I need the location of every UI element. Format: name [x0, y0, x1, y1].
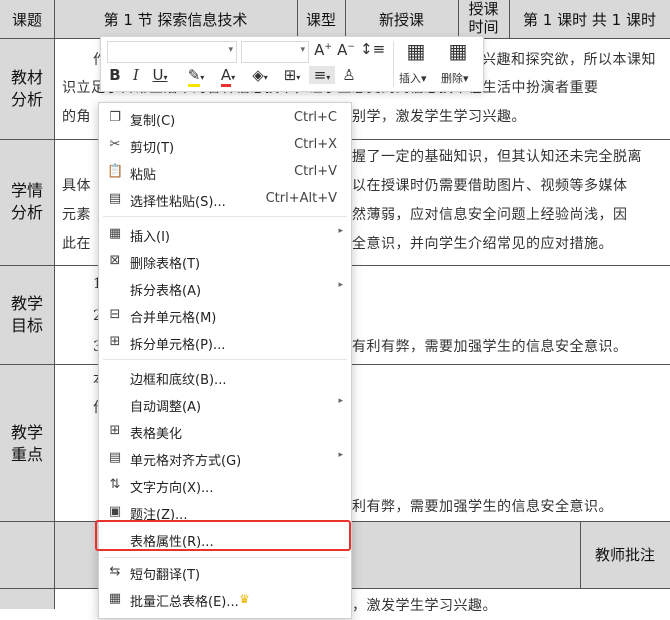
- bottom-text: ，激发学生学习兴趣。: [352, 598, 497, 614]
- keypoint-line-right: 利有弊，需要加强学生的信息安全意识。: [352, 499, 613, 515]
- insert-button[interactable]: 插入▾: [399, 70, 427, 86]
- header-time: 授课 时间: [468, 0, 499, 36]
- goal-3-right: 有利有弊，需要加强学生的信息安全意识。: [352, 339, 628, 355]
- merge-cells-icon: ⊟: [109, 307, 121, 322]
- menu-item-borders-shading[interactable]: 边框和底纹(B)...: [99, 364, 351, 391]
- italic-button[interactable]: I: [128, 66, 144, 84]
- menu-item-merge-cells[interactable]: ⊟ 合并单元格(M): [99, 302, 351, 329]
- students-line-4-right: 全意识，并向学生介绍常见的应对措施。: [352, 236, 613, 252]
- students-line-3-left: 元素: [62, 207, 91, 223]
- cut-icon: ✂: [109, 137, 121, 152]
- grow-font-icon[interactable]: A+: [313, 41, 333, 59]
- material-line-1-right: 兴趣和探究欲，所以本课知: [482, 52, 656, 68]
- insert-table-icon: ▦: [108, 226, 122, 241]
- header-type: 课型: [305, 11, 336, 29]
- font-size-select[interactable]: ▾: [241, 41, 309, 63]
- menu-item-cell-alignment[interactable]: ▤ 单元格对齐方式(G) ▸: [99, 445, 351, 472]
- paste-special-icon: ▤: [108, 191, 122, 206]
- paste-icon: 📋: [107, 164, 124, 179]
- highlight-icon[interactable]: ✎▾: [183, 66, 209, 87]
- cell-align-icon: ▤: [108, 450, 122, 465]
- chevron-down-icon: ▾: [300, 45, 305, 55]
- mini-toolbar: ▾ ▾ A+ A− ↕≡ ▦ 插入▾ ▦ 删除▾ B I U▾ ✎▾ A▾ ◈▾…: [100, 36, 484, 92]
- row-label-students: 学情 分析: [10, 181, 43, 222]
- menu-item-paste[interactable]: 📋 粘贴 Ctrl+V: [99, 159, 351, 186]
- delete-table-icon: ⊠: [109, 253, 121, 268]
- align-icon[interactable]: ≡▾: [309, 66, 335, 84]
- header-lesson-title: 第 1 节 探索信息技术: [103, 11, 248, 29]
- text-direction-icon: ⇅: [109, 477, 121, 492]
- font-name-select[interactable]: ▾: [107, 41, 237, 63]
- chevron-right-icon: ▸: [338, 396, 343, 406]
- translate-icon: ⇆: [109, 564, 121, 579]
- students-line-2-right: 以在授课时仍需要借助图片、视频等多媒体: [352, 178, 628, 194]
- menu-item-split-table[interactable]: 拆分表格(A) ▸: [99, 275, 351, 302]
- students-line-4-left: 此在: [62, 236, 91, 252]
- menu-item-table-style[interactable]: ⊞ 表格美化: [99, 418, 351, 445]
- table-style-icon: ⊞: [109, 423, 121, 438]
- split-cells-icon: ⊞: [109, 334, 121, 349]
- chevron-right-icon: ▸: [338, 226, 343, 236]
- menu-item-autofit[interactable]: 自动调整(A) ▸: [99, 391, 351, 418]
- batch-summary-icon: ▦: [108, 591, 122, 606]
- highlight-box: [95, 520, 351, 551]
- insert-table-icon[interactable]: ▦: [401, 39, 431, 63]
- menu-item-text-direction[interactable]: ⇅ 文字方向(X)...: [99, 472, 351, 499]
- header-topic: 课题: [11, 11, 42, 29]
- row-label-keypoints: 教学 重点: [10, 423, 43, 464]
- copy-icon: ❐: [109, 110, 121, 125]
- row-label-material: 教材 分析: [10, 68, 43, 109]
- caption-icon: ▣: [108, 504, 122, 519]
- material-line-3-left: 的角: [62, 109, 91, 125]
- teacher-comment-header: 教师批注: [594, 546, 655, 564]
- font-color-icon[interactable]: A▾: [215, 66, 241, 87]
- header-periods: 第 1 课时 共 1 课时: [523, 11, 656, 29]
- students-line-2-left: 具体: [62, 178, 91, 194]
- chevron-right-icon: ▸: [338, 280, 343, 290]
- menu-item-copy[interactable]: ❐ 复制(C) Ctrl+C: [99, 105, 351, 132]
- menu-item-delete-table[interactable]: ⊠ 删除表格(T): [99, 248, 351, 275]
- delete-button[interactable]: 删除▾: [441, 70, 469, 86]
- material-line-3-right: 别学，激发学生学习兴趣。: [352, 109, 526, 125]
- students-line-1-right: 握了一定的基础知识，但其认知还未完全脱离: [352, 149, 642, 165]
- shading-icon[interactable]: ◈▾: [247, 66, 273, 84]
- delete-table-icon[interactable]: ▦: [443, 39, 473, 63]
- chevron-down-icon: ▾: [228, 45, 233, 55]
- menu-item-paste-special[interactable]: ▤ 选择性粘贴(S)... Ctrl+Alt+V: [99, 186, 351, 213]
- header-type-value: 新授课: [378, 11, 424, 29]
- menu-item-translate[interactable]: ⇆ 短句翻译(T): [99, 559, 351, 586]
- menu-item-cut[interactable]: ✂ 剪切(T) Ctrl+X: [99, 132, 351, 159]
- chevron-right-icon: ▸: [338, 450, 343, 460]
- row-label-goals: 教学 目标: [10, 294, 43, 335]
- shrink-font-icon[interactable]: A−: [336, 41, 356, 59]
- format-painter-icon[interactable]: ♙: [339, 66, 359, 84]
- line-spacing-icon[interactable]: ↕≡: [360, 40, 385, 58]
- menu-item-insert[interactable]: ▦ 插入(I) ▸: [99, 221, 351, 248]
- crown-icon: ♛: [239, 592, 250, 606]
- underline-button[interactable]: U▾: [149, 66, 171, 84]
- menu-item-split-cells[interactable]: ⊞ 拆分单元格(P)...: [99, 329, 351, 356]
- bold-button[interactable]: B: [107, 66, 123, 84]
- students-line-3-right: 然薄弱，应对信息安全问题上经验尚浅，因: [352, 207, 628, 223]
- border-icon[interactable]: ⊞▾: [279, 66, 305, 84]
